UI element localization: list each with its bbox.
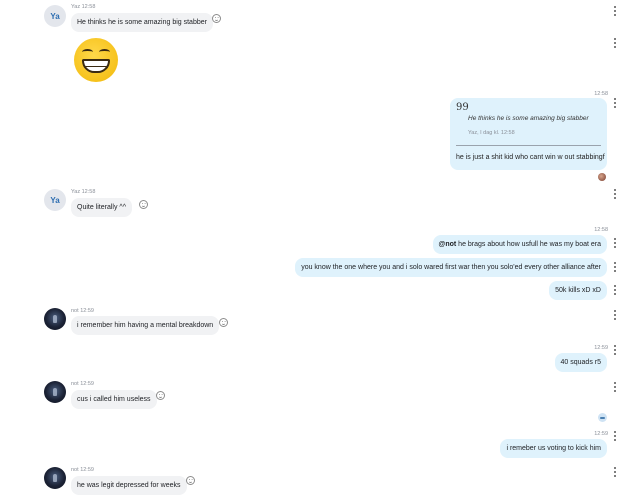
message-time: 12:59 xyxy=(594,345,608,351)
message-meta: Yaz 12:58 xyxy=(71,4,95,10)
message-bubble[interactable]: 40 squads r5 xyxy=(554,353,607,372)
message-time: 12:58 xyxy=(594,227,608,233)
read-receipt-avatar xyxy=(598,173,606,181)
message-bubble[interactable]: 50k kills xD xD xyxy=(549,281,607,300)
message-time: 12:59 xyxy=(594,431,608,437)
more-options-icon[interactable] xyxy=(613,285,617,295)
add-reaction-icon[interactable] xyxy=(156,391,165,400)
sender-name: Yaz xyxy=(71,189,81,195)
sender-name: not xyxy=(71,308,79,314)
seen-status-icon xyxy=(598,413,607,422)
quoted-text: He thinks he is some amazing big stabber xyxy=(468,115,589,122)
message-bubble[interactable]: Quite literally ^^ xyxy=(71,198,132,217)
message-text: cus i called him useless xyxy=(77,396,151,403)
add-reaction-icon[interactable] xyxy=(219,318,228,327)
avatar-not[interactable] xyxy=(44,308,66,330)
message-time: 12:59 xyxy=(80,308,94,314)
message-meta: not 12:59 xyxy=(71,467,94,473)
more-options-icon[interactable] xyxy=(613,38,617,48)
more-options-icon[interactable] xyxy=(613,431,617,441)
message-text: i remember him having a mental breakdown xyxy=(77,322,214,329)
message-bubble[interactable]: he was legit depressed for weeks xyxy=(71,476,187,495)
message-text: you know the one where you and i solo wa… xyxy=(301,264,601,271)
avatar-not[interactable] xyxy=(44,467,66,489)
message-time: 12:58 xyxy=(594,91,608,97)
quote-divider xyxy=(456,145,601,146)
add-reaction-icon[interactable] xyxy=(186,476,195,485)
more-options-icon[interactable] xyxy=(613,345,617,355)
more-options-icon[interactable] xyxy=(613,467,617,477)
avatar-yaz[interactable]: Ya xyxy=(44,189,66,211)
more-options-icon[interactable] xyxy=(613,382,617,392)
message-meta: Yaz 12:58 xyxy=(71,189,95,195)
message-bubble[interactable]: @not he brags about how usfull he was my… xyxy=(432,235,607,254)
more-options-icon[interactable] xyxy=(613,238,617,248)
message-time: 12:58 xyxy=(81,4,96,10)
add-reaction-icon[interactable] xyxy=(212,14,221,23)
message-text: 50k kills xD xD xyxy=(555,287,601,294)
avatar-yaz[interactable]: Ya xyxy=(44,5,66,27)
reply-bubble[interactable]: 99 He thinks he is some amazing big stab… xyxy=(450,98,607,170)
message-time: 12:59 xyxy=(80,467,94,473)
message-text: He thinks he is some amazing big stabber xyxy=(77,19,207,26)
message-bubble[interactable]: cus i called him useless xyxy=(71,390,157,409)
message-text: he was legit depressed for weeks xyxy=(77,482,181,489)
message-text: he is just a shit kid who cant win w out… xyxy=(456,154,605,161)
quoted-meta: Yaz, I dag kl. 12:58 xyxy=(468,130,515,136)
message-time: 12:58 xyxy=(81,189,96,195)
more-options-icon[interactable] xyxy=(613,189,617,199)
mention[interactable]: @not xyxy=(439,241,457,248)
more-options-icon[interactable] xyxy=(613,98,617,108)
add-reaction-icon[interactable] xyxy=(139,200,148,209)
sender-name: Yaz xyxy=(71,4,81,10)
message-text: i remeber us voting to kick him xyxy=(506,445,601,452)
message-time: 12:59 xyxy=(80,381,94,387)
more-options-icon[interactable] xyxy=(613,6,617,16)
message-meta: not 12:59 xyxy=(71,308,94,314)
grinning-face-emoji-icon xyxy=(74,38,118,82)
message-text: Quite literally ^^ xyxy=(77,204,126,211)
more-options-icon[interactable] xyxy=(613,310,617,320)
message-bubble[interactable]: i remember him having a mental breakdown xyxy=(71,316,220,335)
message-text: 40 squads r5 xyxy=(560,359,601,366)
message-bubble[interactable]: He thinks he is some amazing big stabber xyxy=(71,13,213,32)
sender-name: not xyxy=(71,381,79,387)
message-bubble[interactable]: you know the one where you and i solo wa… xyxy=(295,258,607,277)
more-options-icon[interactable] xyxy=(613,262,617,272)
quote-icon: 99 xyxy=(456,102,469,113)
message-meta: not 12:59 xyxy=(71,381,94,387)
sender-name: not xyxy=(71,467,79,473)
message-text: he brags about how usfull he was my boat… xyxy=(456,241,601,248)
avatar-not[interactable] xyxy=(44,381,66,403)
message-bubble[interactable]: i remeber us voting to kick him xyxy=(500,439,607,458)
